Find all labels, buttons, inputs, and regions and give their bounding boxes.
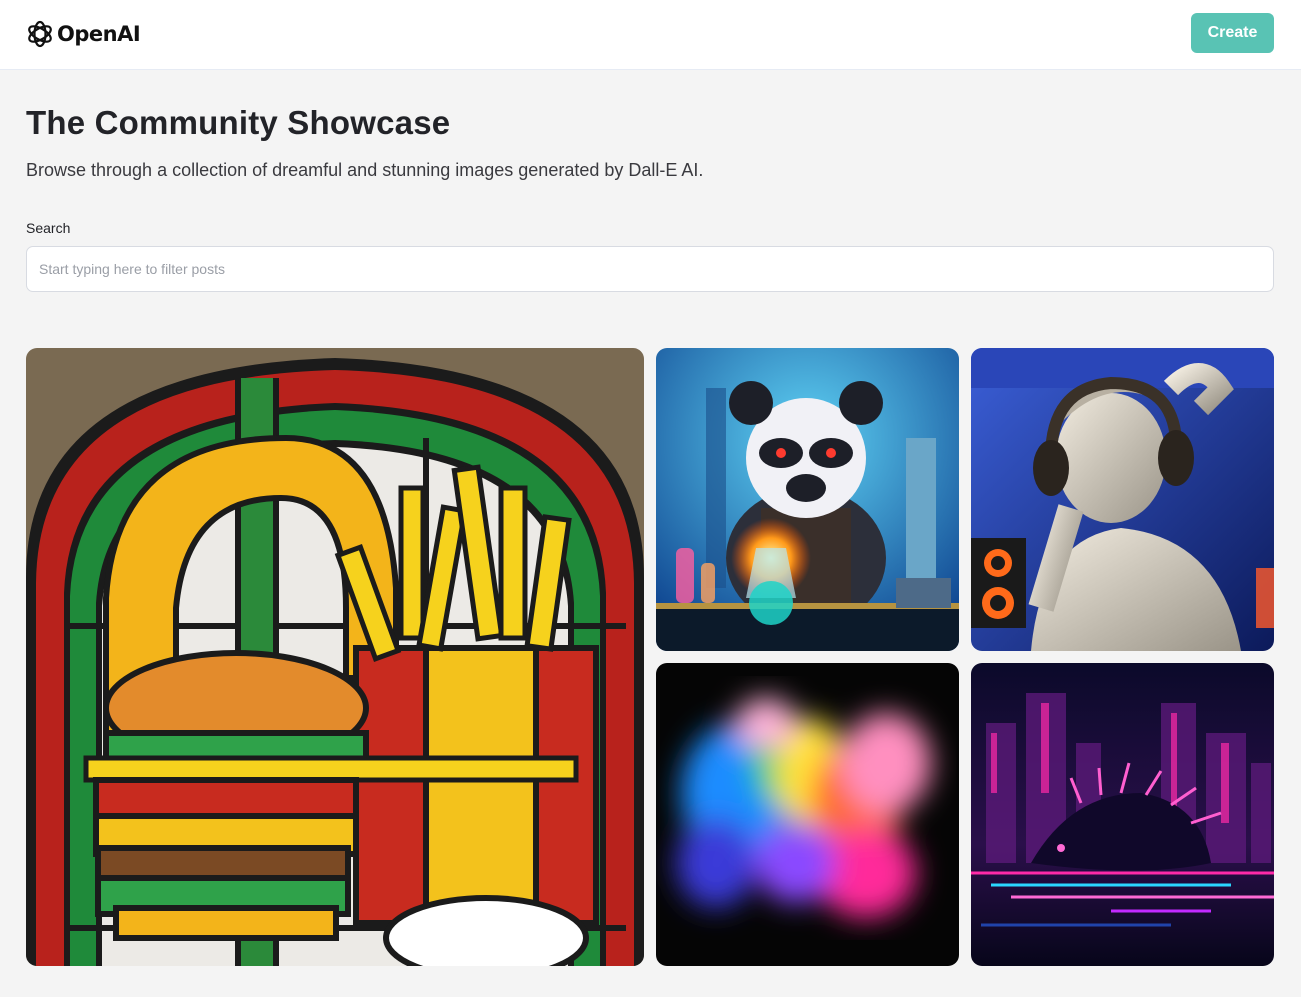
create-button[interactable]: Create: [1191, 13, 1274, 53]
gallery-card-hedgehog[interactable]: [971, 663, 1274, 966]
synthwave-hedgehog-image: [971, 663, 1274, 966]
gallery-card-stained-glass[interactable]: [26, 348, 644, 966]
top-navbar: OpenAI Create: [0, 0, 1301, 70]
logo-text: OpenAI: [57, 22, 141, 46]
search-label: Search: [26, 220, 71, 236]
stained-glass-burger-fries-image: [26, 348, 644, 966]
statue-headphones-image: [971, 348, 1274, 651]
gallery-card-panda[interactable]: [656, 348, 959, 651]
page-subtitle: Browse through a collection of dreamful …: [26, 160, 704, 180]
gallery-card-powder[interactable]: [656, 663, 959, 966]
page-title: The Community Showcase: [26, 104, 451, 141]
panda-scientist-image: [656, 348, 959, 651]
search-input[interactable]: [26, 246, 1274, 292]
color-powder-explosion-image: [656, 663, 959, 966]
openai-logo-icon: [28, 20, 52, 48]
gallery-card-statue[interactable]: [971, 348, 1274, 651]
openai-logo[interactable]: OpenAI: [25, 18, 141, 50]
